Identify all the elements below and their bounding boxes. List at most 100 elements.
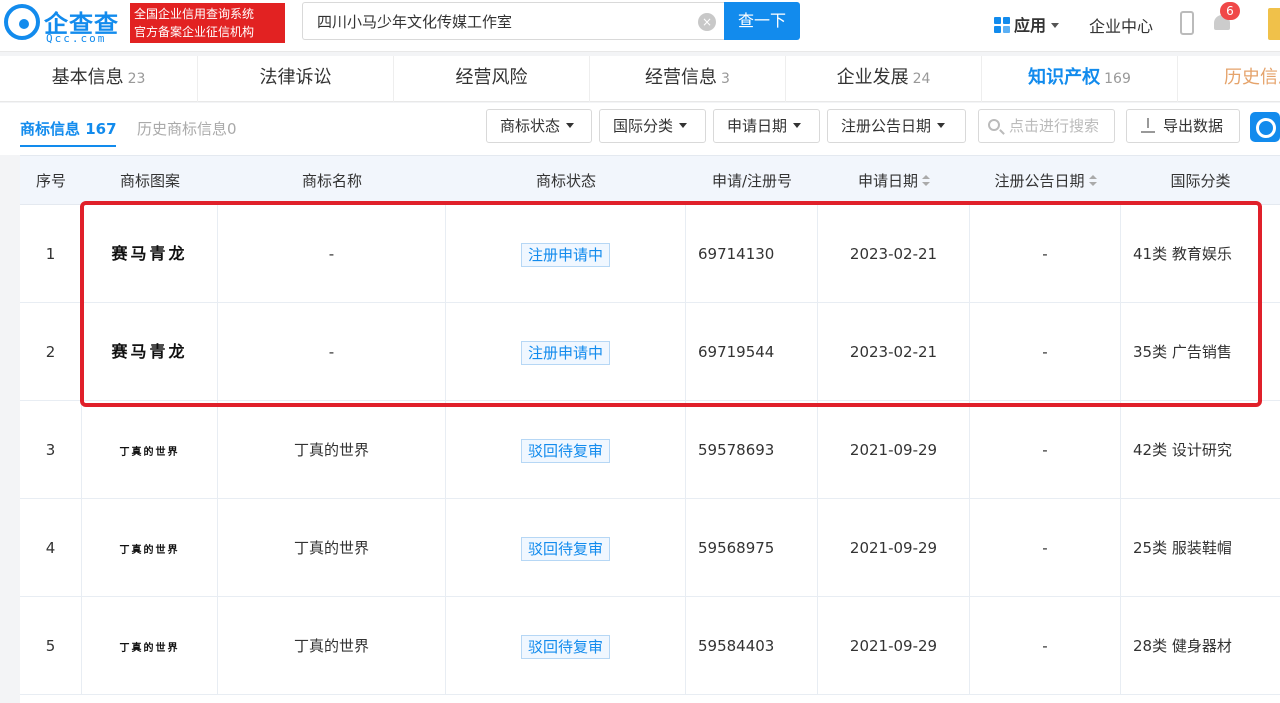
qcc-logo[interactable]: 企查查 Qcc.com <box>4 4 126 45</box>
tab-risk[interactable]: 经营风险 <box>394 56 590 102</box>
tab-business-info[interactable]: 经营信息 3 <box>590 56 786 102</box>
status-badge: 驳回待复审 <box>520 634 610 659</box>
search-placeholder: 点击进行搜索 <box>1009 117 1100 135</box>
cell-name: 丁真的世界 <box>218 401 446 499</box>
cell-apply-date: 2023-02-21 <box>818 303 970 401</box>
cell-apply-date: 2021-09-29 <box>818 401 970 499</box>
search-input[interactable] <box>303 3 683 39</box>
sort-icon[interactable] <box>1088 175 1097 187</box>
cell-status: 注册申请中 <box>446 205 686 303</box>
slogan-line-2: 官方备案企业征信机构 <box>134 25 255 39</box>
search-button[interactable]: 查一下 <box>724 2 800 40</box>
col-index: 序号 <box>35 172 66 190</box>
tab-history[interactable]: 历史信息 <box>1178 56 1280 102</box>
status-badge: 驳回待复审 <box>520 438 610 463</box>
cell-intl-class: 41类 教育娱乐 <box>1133 245 1232 263</box>
cell-intl-class: 42类 设计研究 <box>1133 441 1232 459</box>
col-intl-class: 国际分类 <box>1170 172 1231 190</box>
subtab-underline <box>20 145 116 147</box>
cell-reg-no[interactable]: 59584403 <box>686 597 818 695</box>
table-row[interactable]: 3 丁真的世界 丁真的世界 驳回待复审 59578693 2021-09-29 … <box>20 401 1280 499</box>
trademark-image-text: 丁真的世界 <box>119 545 180 556</box>
status-badge: 驳回待复审 <box>520 536 610 561</box>
filter-apply-date[interactable]: 申请日期 <box>713 109 820 143</box>
subtab-history-trademark[interactable]: 历史商标信息0 <box>137 118 237 139</box>
cell-status: 注册申请中 <box>446 303 686 401</box>
trademark-image[interactable]: 赛马青龙 <box>82 303 218 401</box>
sort-icon[interactable] <box>922 175 930 187</box>
filter-announce-date[interactable]: 注册公告日期 <box>827 109 966 143</box>
tab-development[interactable]: 企业发展 24 <box>786 56 982 102</box>
cell-intl-class: 35类 广告销售 <box>1133 343 1232 361</box>
trademark-image[interactable]: 丁真的世界 <box>82 499 218 597</box>
col-announce-date[interactable]: 注册公告日期 <box>970 156 1121 206</box>
tab-count: 169 <box>1104 71 1131 87</box>
cell-reg-no[interactable]: 69714130 <box>686 205 818 303</box>
tab-legal[interactable]: 法律诉讼 <box>198 56 394 102</box>
qcc-side-icon[interactable] <box>1250 112 1280 142</box>
vip-icon[interactable] <box>1268 8 1280 40</box>
col-apply-date[interactable]: 申请日期 <box>818 156 970 206</box>
cell-intl-class: 25类 服装鞋帽 <box>1133 539 1232 557</box>
trademark-image[interactable]: 丁真的世界 <box>82 401 218 499</box>
col-announce-date-label: 注册公告日期 <box>994 172 1085 190</box>
cell-reg-no[interactable]: 69719544 <box>686 303 818 401</box>
tab-ip[interactable]: 知识产权 169 <box>982 56 1178 102</box>
table-row-partial <box>20 695 1280 703</box>
cell-status: 驳回待复审 <box>446 597 686 695</box>
cell-name: 丁真的世界 <box>218 597 446 695</box>
export-data-button[interactable]: 导出数据 <box>1126 109 1240 143</box>
tab-basic-info[interactable]: 基本信息 23 <box>0 56 198 102</box>
cell-index: 1 <box>20 205 82 303</box>
cell-name: - <box>218 303 446 401</box>
cell-name: 丁真的世界 <box>218 499 446 597</box>
filter-label: 商标状态 <box>500 117 561 135</box>
apps-menu[interactable]: 应用 <box>994 12 1060 36</box>
col-name: 商标名称 <box>301 172 362 190</box>
tab-label: 历史信息 <box>1224 67 1280 88</box>
export-label: 导出数据 <box>1163 117 1224 135</box>
enterprise-center-link[interactable]: 企业中心 <box>1089 13 1153 37</box>
tab-count: 24 <box>912 71 931 87</box>
tab-count: 23 <box>127 71 146 87</box>
trademark-image-text: 丁真的世界 <box>119 643 180 654</box>
table-row[interactable]: 2 赛马青龙 - 注册申请中 69719544 2023-02-21 - 35类… <box>20 303 1280 401</box>
cell-announce-date: - <box>970 205 1121 303</box>
tab-label: 企业发展 <box>836 67 909 88</box>
col-status: 商标状态 <box>535 172 596 190</box>
trademark-image[interactable]: 赛马青龙 <box>82 205 218 303</box>
cell-name: - <box>218 205 446 303</box>
filter-trademark-status[interactable]: 商标状态 <box>486 109 592 143</box>
slogan-line-1: 全国企业信用查询系统 <box>134 7 255 21</box>
table-row[interactable]: 4 丁真的世界 丁真的世界 驳回待复审 59568975 2021-09-29 … <box>20 499 1280 597</box>
status-badge: 注册申请中 <box>520 340 610 365</box>
top-header: 企查查 Qcc.com 全国企业信用查询系统 官方备案企业征信机构 × 查一下 … <box>0 0 1280 52</box>
notification-badge: 6 <box>1220 2 1240 20</box>
trademark-image[interactable]: 丁真的世界 <box>82 597 218 695</box>
trademark-image-text: 赛马青龙 <box>111 342 188 361</box>
cell-reg-no[interactable]: 59568975 <box>686 499 818 597</box>
search-box: × <box>302 2 724 40</box>
tab-label: 经营风险 <box>455 67 528 88</box>
caret-down-icon <box>937 123 946 128</box>
tab-label: 基本信息 <box>51 67 124 88</box>
subtab-trademark-info[interactable]: 商标信息 167 <box>20 118 117 139</box>
mobile-phone-icon[interactable] <box>1180 11 1194 35</box>
table-row[interactable]: 5 丁真的世界 丁真的世界 驳回待复审 59584403 2021-09-29 … <box>20 597 1280 695</box>
cell-reg-no[interactable]: 59578693 <box>686 401 818 499</box>
table-search-input[interactable]: 点击进行搜索 <box>978 109 1115 143</box>
cell-announce-date: - <box>970 303 1121 401</box>
filter-intl-class[interactable]: 国际分类 <box>599 109 706 143</box>
subtab-label: 商标信息 <box>20 120 81 138</box>
cell-apply-date: 2023-02-21 <box>818 205 970 303</box>
table-row[interactable]: 1 赛马青龙 - 注册申请中 69714130 2023-02-21 - 41类… <box>20 205 1280 303</box>
subtab-count: 167 <box>85 120 117 138</box>
table-header: 序号 商标图案 商标名称 商标状态 申请/注册号 申请日期 注册公告日期 国际分… <box>20 155 1280 205</box>
col-reg-no: 申请/注册号 <box>711 172 793 190</box>
slogan-banner: 全国企业信用查询系统 官方备案企业征信机构 <box>130 3 285 43</box>
subtab-count: 0 <box>227 120 237 138</box>
trademark-table: 序号 商标图案 商标名称 商标状态 申请/注册号 申请日期 注册公告日期 国际分… <box>20 155 1280 703</box>
clear-icon[interactable]: × <box>698 13 716 31</box>
col-image: 商标图案 <box>119 172 180 190</box>
caret-down-icon <box>566 123 575 128</box>
